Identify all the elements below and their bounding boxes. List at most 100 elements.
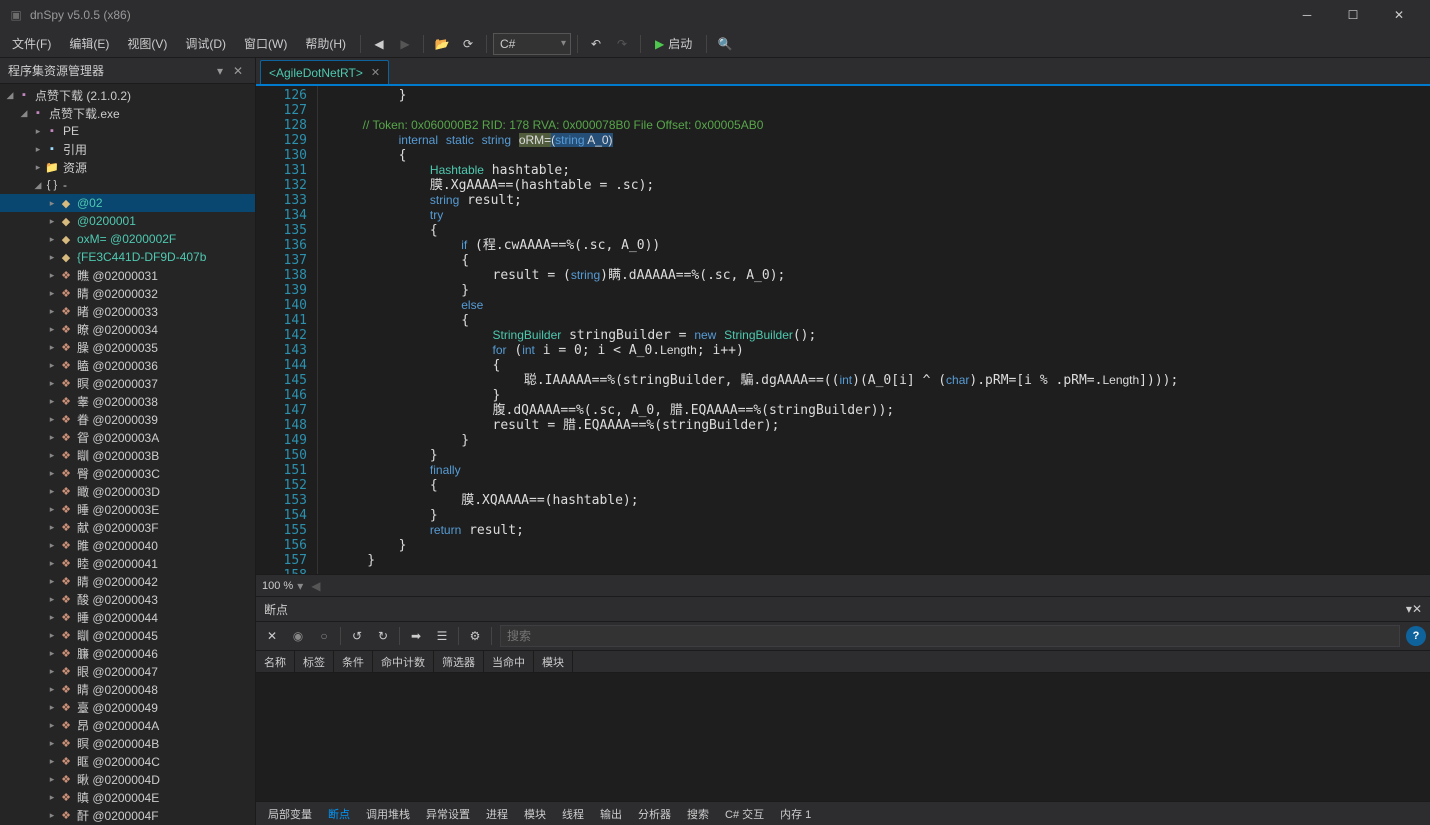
- tree-item[interactable]: ▸❖瞋 @0200004E: [0, 788, 255, 806]
- bp-column[interactable]: 条件: [334, 651, 373, 672]
- tree-item[interactable]: ▸❖瞅 @0200004D: [0, 770, 255, 788]
- tree-item[interactable]: ▸❖眢 @0200003A: [0, 428, 255, 446]
- tree-item[interactable]: ▸❖瞑 @02000037: [0, 374, 255, 392]
- tree-item[interactable]: ▸▪PE: [0, 122, 255, 140]
- tree-item[interactable]: ▸❖眼 @02000047: [0, 662, 255, 680]
- status-tab[interactable]: 调用堆栈: [358, 802, 418, 825]
- status-tab[interactable]: 断点: [320, 802, 358, 825]
- tree-item[interactable]: ▸❖眷 @02000039: [0, 410, 255, 428]
- menu-edit[interactable]: 编辑(E): [61, 31, 117, 56]
- code-area[interactable]: } // Token: 0x060000B2 RID: 178 RVA: 0x0…: [318, 86, 1430, 574]
- bp-toggle-icon[interactable]: ◉: [286, 624, 310, 648]
- bp-goto-icon[interactable]: ➡: [404, 624, 428, 648]
- zoom-dropdown-icon[interactable]: ▾: [297, 579, 303, 593]
- tree-item[interactable]: ▸◆oxM= @0200002F: [0, 230, 255, 248]
- bp-column[interactable]: 名称: [256, 651, 295, 672]
- bp-column[interactable]: 筛选器: [434, 651, 484, 672]
- maximize-button[interactable]: ☐: [1330, 0, 1376, 30]
- tree-item[interactable]: ▸❖睡 @02000044: [0, 608, 255, 626]
- bp-column[interactable]: 模块: [534, 651, 573, 672]
- close-button[interactable]: ✕: [1376, 0, 1422, 30]
- bp-enable-icon[interactable]: ○: [312, 624, 336, 648]
- tree-item[interactable]: ▸📁资源: [0, 158, 255, 176]
- status-tab[interactable]: 异常设置: [418, 802, 478, 825]
- start-debug-button[interactable]: ▶ 启动: [647, 32, 700, 56]
- bp-export-icon[interactable]: ↻: [371, 624, 395, 648]
- status-tab[interactable]: 局部变量: [260, 802, 320, 825]
- menu-debug[interactable]: 调试(D): [177, 31, 234, 56]
- redo-button[interactable]: ↷: [610, 32, 634, 56]
- tree-item[interactable]: ▸❖酸 @02000043: [0, 590, 255, 608]
- tree-item[interactable]: ▸❖瞌 @02000036: [0, 356, 255, 374]
- menu-window[interactable]: 窗口(W): [236, 31, 295, 56]
- status-tab[interactable]: 线程: [554, 802, 592, 825]
- bp-search-input[interactable]: [500, 625, 1400, 647]
- menu-file[interactable]: 文件(F): [4, 31, 59, 56]
- tab-close-icon[interactable]: ✕: [371, 66, 380, 79]
- tree-item[interactable]: ▸❖臊 @02000035: [0, 338, 255, 356]
- tree-item[interactable]: ▸❖睡 @0200003E: [0, 500, 255, 518]
- bp-column[interactable]: 标签: [295, 651, 334, 672]
- tree-item[interactable]: ◢▪点赞下载.exe: [0, 104, 255, 122]
- tree-item[interactable]: ▸❖睛 @02000048: [0, 680, 255, 698]
- bp-close-icon[interactable]: ✕: [1412, 602, 1422, 616]
- assembly-tree[interactable]: ◢▪点赞下载 (2.1.0.2)◢▪点赞下载.exe▸▪PE▸▪引用▸📁资源◢{…: [0, 84, 255, 825]
- code-editor[interactable]: 126 127 128 129 130 131 132 133 134 135 …: [256, 84, 1430, 574]
- tree-item[interactable]: ▸❖睾 @02000038: [0, 392, 255, 410]
- zoom-left-icon[interactable]: ◀: [311, 579, 320, 593]
- status-tab[interactable]: C# 交互: [717, 802, 772, 825]
- tree-item[interactable]: ▸❖瞭 @02000034: [0, 320, 255, 338]
- status-tab[interactable]: 分析器: [630, 802, 679, 825]
- tree-item[interactable]: ▸❖睦 @02000041: [0, 554, 255, 572]
- menu-help[interactable]: 帮助(H): [297, 31, 354, 56]
- menu-view[interactable]: 视图(V): [119, 31, 175, 56]
- explorer-close-icon[interactable]: ✕: [229, 62, 247, 80]
- explorer-dropdown-icon[interactable]: ▾: [211, 62, 229, 80]
- bp-column[interactable]: 当命中: [484, 651, 534, 672]
- tree-item[interactable]: ▸◆{FE3C441D-DF9D-407b: [0, 248, 255, 266]
- status-tab[interactable]: 搜索: [679, 802, 717, 825]
- status-tabs: 局部变量断点调用堆栈异常设置进程模块线程输出分析器搜索C# 交互内存 1: [256, 801, 1430, 825]
- bp-column[interactable]: 命中计数: [373, 651, 434, 672]
- tree-item[interactable]: ▸❖酐 @0200004F: [0, 806, 255, 824]
- tree-item[interactable]: ▸❖臀 @0200003C: [0, 464, 255, 482]
- tree-item[interactable]: ▸❖睹 @02000033: [0, 302, 255, 320]
- bp-delete-icon[interactable]: ✕: [260, 624, 284, 648]
- reload-button[interactable]: ⟳: [456, 32, 480, 56]
- tree-item[interactable]: ▸◆ @02: [0, 194, 255, 212]
- tree-item[interactable]: ▸❖瞑 @0200004B: [0, 734, 255, 752]
- tree-item[interactable]: ▸❖瞧 @02000031: [0, 266, 255, 284]
- status-tab[interactable]: 内存 1: [772, 802, 819, 825]
- tree-item[interactable]: ▸◆ @0200001: [0, 212, 255, 230]
- tree-item[interactable]: ▸❖睛 @02000042: [0, 572, 255, 590]
- tree-item[interactable]: ▸❖瞓 @0200003B: [0, 446, 255, 464]
- open-button[interactable]: 📂: [430, 32, 454, 56]
- tree-item[interactable]: ▸❖瞰 @0200003D: [0, 482, 255, 500]
- undo-button[interactable]: ↶: [584, 32, 608, 56]
- tree-item[interactable]: ▸▪引用: [0, 140, 255, 158]
- status-tab[interactable]: 模块: [516, 802, 554, 825]
- tree-item[interactable]: ▸❖昂 @0200004A: [0, 716, 255, 734]
- tree-item[interactable]: ▸❖臁 @02000046: [0, 644, 255, 662]
- tree-item[interactable]: ◢{ }-: [0, 176, 255, 194]
- tab-agiledotnetrt[interactable]: <AgileDotNetRT> ✕: [260, 60, 389, 84]
- bp-settings-icon[interactable]: ⚙: [463, 624, 487, 648]
- zoom-level[interactable]: 100 %: [262, 580, 293, 592]
- search-button[interactable]: 🔍: [713, 32, 737, 56]
- minimize-button[interactable]: ─: [1284, 0, 1330, 30]
- language-selector[interactable]: C#: [493, 33, 571, 55]
- nav-back-button[interactable]: ◀: [367, 32, 391, 56]
- tree-item[interactable]: ◢▪点赞下载 (2.1.0.2): [0, 86, 255, 104]
- tree-item[interactable]: ▸❖献 @0200003F: [0, 518, 255, 536]
- tree-item[interactable]: ▸❖瞓 @02000045: [0, 626, 255, 644]
- tree-item[interactable]: ▸❖睛 @02000032: [0, 284, 255, 302]
- status-tab[interactable]: 进程: [478, 802, 516, 825]
- status-tab[interactable]: 输出: [592, 802, 630, 825]
- tree-item[interactable]: ▸❖眶 @0200004C: [0, 752, 255, 770]
- nav-forward-button[interactable]: ▶: [393, 32, 417, 56]
- tree-item[interactable]: ▸❖臺 @02000049: [0, 698, 255, 716]
- tree-item[interactable]: ▸❖睢 @02000040: [0, 536, 255, 554]
- bp-help-icon[interactable]: ?: [1406, 626, 1426, 646]
- bp-code-icon[interactable]: ☰: [430, 624, 454, 648]
- bp-import-icon[interactable]: ↺: [345, 624, 369, 648]
